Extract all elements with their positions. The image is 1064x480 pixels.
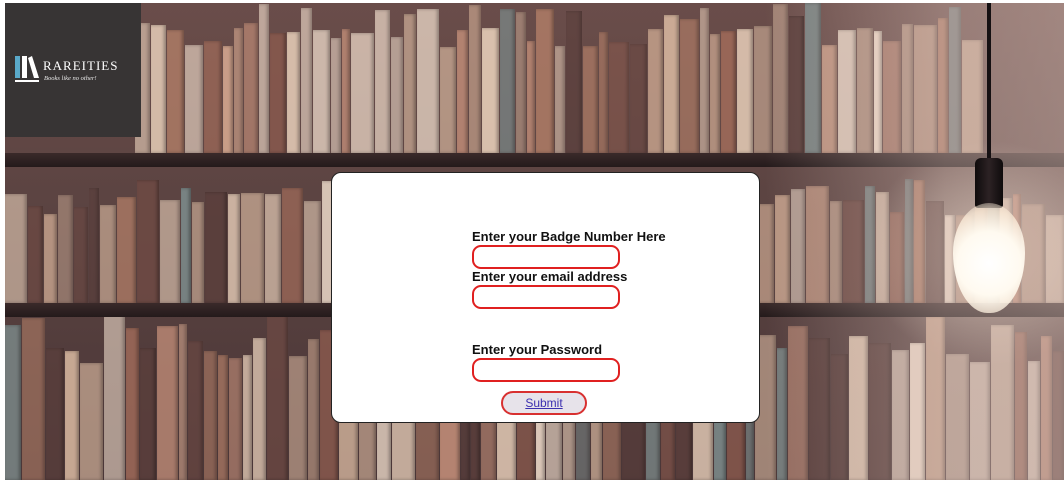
background-book — [630, 44, 647, 153]
background-book — [229, 357, 242, 480]
light-bulb-socket — [975, 158, 1003, 208]
background-book — [700, 8, 709, 153]
background-book — [664, 14, 679, 153]
background-book — [241, 192, 264, 303]
background-book — [80, 363, 103, 480]
background-book — [313, 29, 330, 153]
background-book — [287, 32, 300, 153]
login-form-card: Enter your Badge Number Here Enter your … — [331, 172, 760, 423]
background-book — [289, 355, 307, 480]
background-book — [204, 40, 222, 153]
email-input[interactable] — [472, 285, 620, 309]
background-book — [404, 13, 416, 153]
background-book — [482, 28, 499, 153]
background-book — [243, 355, 252, 480]
background-book — [648, 29, 663, 153]
background-book — [74, 207, 88, 303]
badge-number-input[interactable] — [472, 245, 620, 269]
background-book — [89, 188, 99, 303]
background-book — [100, 205, 116, 303]
background-book — [259, 3, 269, 153]
background-book — [270, 33, 286, 153]
background-book — [555, 46, 565, 153]
background-book — [167, 29, 184, 153]
books-logo-icon — [15, 56, 39, 82]
background-book — [253, 337, 266, 480]
background-book — [440, 46, 456, 153]
background-book — [44, 214, 57, 303]
background-book — [218, 354, 228, 480]
background-book — [5, 325, 21, 480]
page: RAREITIES Books like no other! Enter you… — [0, 0, 1064, 480]
background-book — [680, 19, 699, 153]
background-book — [22, 318, 45, 480]
background-book — [137, 179, 159, 303]
background-book — [566, 10, 582, 153]
badge-number-label: Enter your Badge Number Here — [472, 229, 666, 244]
background-book — [583, 45, 598, 153]
background-book — [457, 30, 468, 153]
background-book — [185, 44, 203, 153]
background-book — [301, 8, 312, 153]
background-book — [599, 31, 608, 153]
background-book — [5, 194, 27, 303]
background-book — [188, 341, 203, 480]
background-book — [267, 315, 288, 480]
background-book — [737, 29, 753, 153]
background-book — [223, 45, 233, 153]
background-book — [181, 188, 191, 303]
background-book — [351, 33, 374, 153]
background-book — [234, 28, 243, 153]
background-book — [58, 194, 73, 303]
brand-logo[interactable]: RAREITIES Books like no other! — [5, 3, 141, 137]
background-book — [469, 4, 481, 153]
background-book — [157, 325, 178, 480]
password-input[interactable] — [472, 358, 620, 382]
background-book — [375, 10, 390, 153]
background-book — [265, 194, 281, 303]
submit-button[interactable]: Submit — [501, 391, 587, 415]
email-label: Enter your email address — [472, 269, 628, 284]
background-book — [342, 29, 350, 153]
background-book — [204, 350, 217, 480]
background-book — [28, 206, 43, 303]
background-book — [710, 34, 720, 153]
background-book — [244, 23, 258, 153]
background-book — [117, 197, 136, 303]
background-book — [304, 201, 321, 303]
background-book — [308, 338, 319, 480]
light-bulb-cord — [987, 3, 991, 163]
background-book — [140, 348, 156, 480]
background-book — [151, 25, 166, 153]
background-book — [179, 323, 187, 480]
background-book — [331, 37, 341, 153]
background-book — [391, 37, 403, 153]
background-book — [721, 31, 736, 153]
background-book — [46, 348, 64, 480]
background-book — [104, 313, 125, 480]
background-book — [205, 192, 227, 303]
brand-tagline: Books like no other! — [44, 75, 97, 82]
background-book — [126, 327, 139, 480]
background-book — [527, 41, 535, 153]
background-book — [160, 200, 180, 303]
background-book — [417, 9, 439, 153]
background-book — [500, 8, 515, 153]
background-book — [609, 41, 629, 153]
background-book — [228, 193, 240, 303]
background-book — [516, 12, 526, 153]
password-label: Enter your Password — [472, 342, 603, 357]
background-book — [282, 187, 303, 303]
background-book — [536, 8, 554, 153]
brand-name: RAREITIES — [43, 58, 119, 73]
background-book — [65, 350, 79, 480]
background-book — [192, 202, 204, 303]
